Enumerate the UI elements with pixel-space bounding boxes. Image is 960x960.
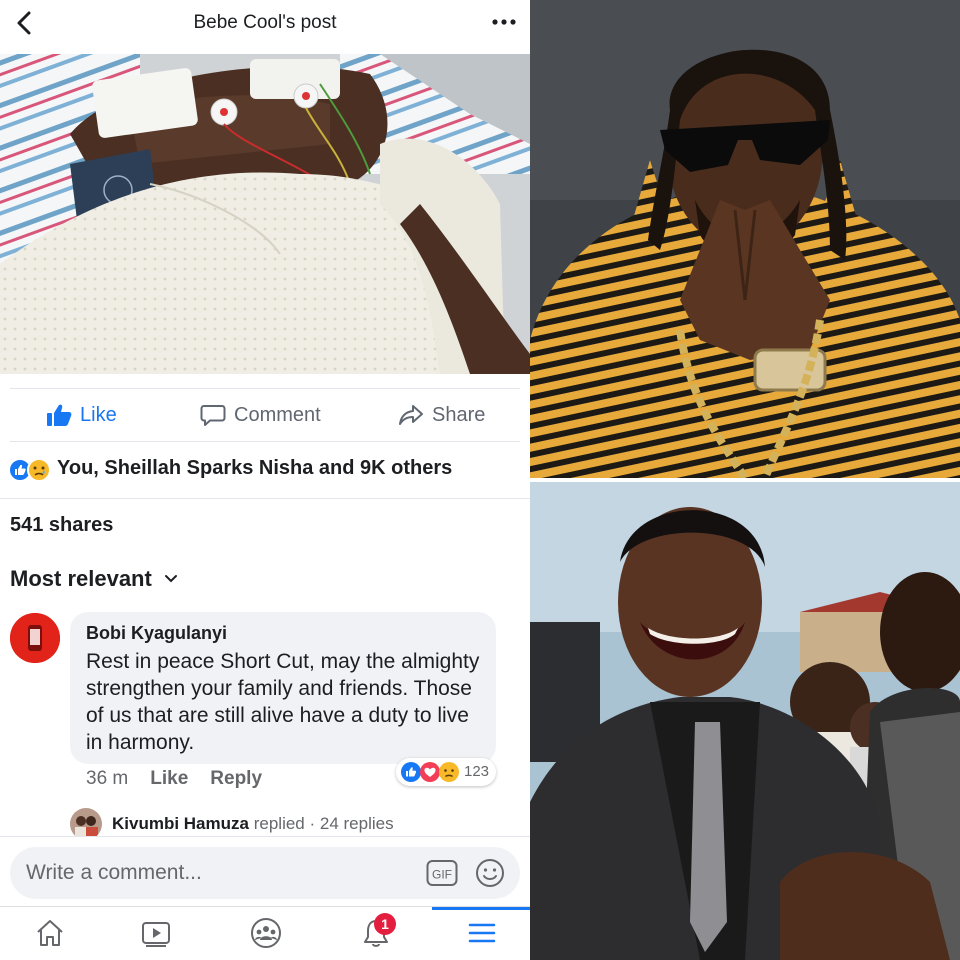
avatar[interactable] [10, 613, 60, 663]
page-title: Bebe Cool's post [193, 12, 337, 33]
chevron-down-icon [164, 575, 177, 583]
post-actions: Like Comment Share [10, 388, 520, 442]
post-photo[interactable] [0, 54, 530, 374]
comment-meta: 36 m Like Reply [86, 768, 262, 790]
photo-man-smiling [530, 482, 960, 960]
smiley-icon [476, 859, 504, 887]
reply-summary[interactable]: Kivumbi Hamuza replied · 24 replies [112, 814, 394, 834]
nav-home[interactable] [0, 907, 100, 960]
like-button[interactable]: Like [46, 389, 117, 441]
gif-icon: GIF [426, 860, 458, 886]
share-icon [399, 405, 423, 425]
gif-button[interactable]: GIF [426, 859, 458, 887]
share-label: Share [432, 403, 486, 426]
like-label: Like [80, 403, 117, 426]
home-icon [37, 920, 63, 946]
comment-time: 36 m [86, 768, 129, 789]
top-bar: Bebe Cool's post [0, 0, 530, 54]
shares-count[interactable]: 541 shares [10, 514, 113, 537]
thumbs-up-icon [47, 404, 72, 426]
comment-label: Comment [234, 403, 321, 426]
reaction-icons [401, 762, 459, 782]
comment-icon [200, 405, 226, 426]
bottom-nav: 1 [0, 906, 530, 960]
reactions-summary[interactable]: You, Sheillah Sparks Nisha and 9K others [0, 440, 530, 499]
nav-menu[interactable] [432, 907, 530, 960]
reaction-count: 123 [464, 763, 490, 780]
comment-text: Rest in peace Short Cut, may the almight… [86, 650, 480, 754]
more-button[interactable] [490, 10, 518, 34]
sort-label: Most relevant [10, 566, 152, 591]
facebook-post-screen: Bebe Cool's post Like Comment Share You,… [0, 0, 530, 960]
gif-label: GIF [432, 868, 452, 882]
emoji-button[interactable] [474, 857, 506, 889]
video-icon [142, 922, 170, 947]
comment-sort-dropdown[interactable]: Most relevant [10, 566, 178, 592]
reply-count: · 24 replies [309, 814, 394, 833]
reactions-text: You, Sheillah Sparks Nisha and 9K others [57, 457, 453, 479]
comment-composer: GIF [0, 836, 530, 907]
reply-author: Kivumbi Hamuza [112, 814, 249, 833]
nav-watch[interactable] [106, 907, 206, 960]
notification-badge: 1 [374, 913, 396, 935]
more-horizontal-icon [492, 19, 516, 25]
comment-bubble: Bobi Kyagulanyi Rest in peace Short Cut,… [70, 612, 496, 764]
comment-like-button[interactable]: Like [150, 768, 188, 790]
hamburger-menu-icon [468, 923, 496, 943]
comment-reply-button[interactable]: Reply [210, 768, 262, 790]
comment-button[interactable]: Comment [200, 389, 321, 441]
reply-action: replied [253, 814, 305, 833]
nav-notifications[interactable] [326, 907, 426, 960]
photo-man-sunglasses [530, 0, 960, 478]
comment-reactions[interactable]: 123 [396, 758, 496, 786]
comment-author[interactable]: Bobi Kyagulanyi [86, 623, 227, 644]
nav-groups[interactable] [216, 907, 316, 960]
reaction-icons [8, 458, 51, 482]
groups-icon [251, 918, 281, 948]
share-button[interactable]: Share [398, 389, 485, 441]
